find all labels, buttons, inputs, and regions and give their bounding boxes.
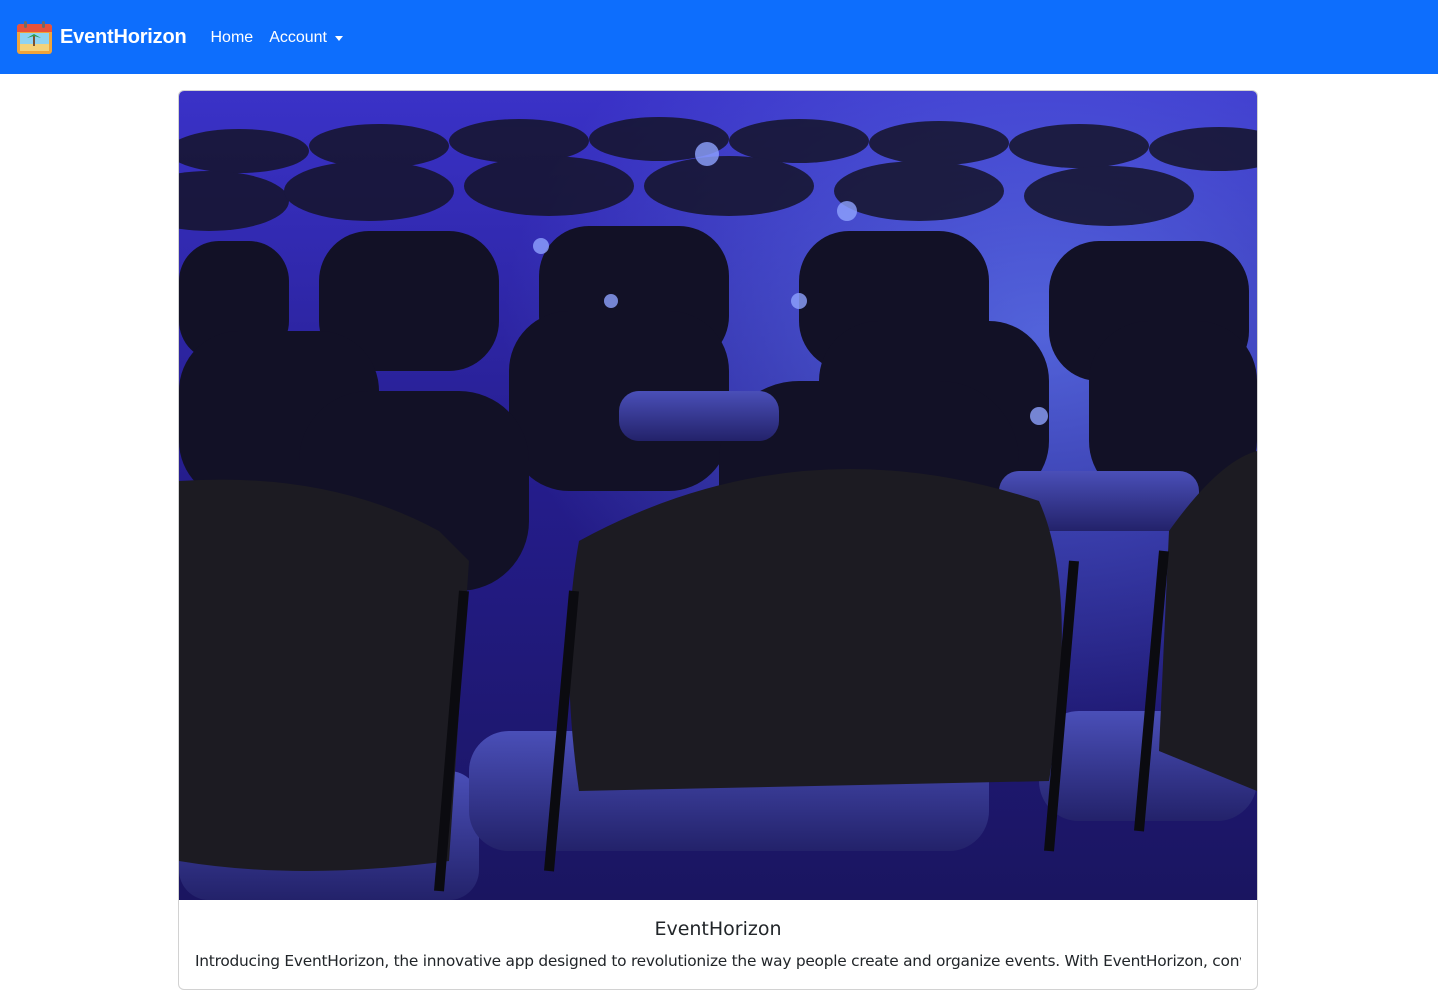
nav-account-label: Account xyxy=(269,29,327,46)
nav-home-label: Home xyxy=(210,29,254,46)
caret-down-icon xyxy=(335,35,343,41)
top-navbar: EventHorizon Home Account xyxy=(0,0,1438,74)
brand-name: EventHorizon xyxy=(60,25,187,48)
event-card: EventHorizon Introducing EventHorizon, t… xyxy=(178,90,1258,990)
card-body: EventHorizon Introducing EventHorizon, t… xyxy=(179,900,1257,972)
nav-home-link[interactable]: Home xyxy=(203,21,262,55)
calendar-beach-logo-icon xyxy=(17,20,52,54)
card-title: EventHorizon xyxy=(654,918,782,940)
nav-account-dropdown[interactable]: Account xyxy=(261,21,351,55)
nav-links: Home Account xyxy=(203,21,352,55)
card-description: Introducing EventHorizon, the innovative… xyxy=(195,952,1241,970)
conference-chairs-photo xyxy=(179,91,1257,900)
brand-link[interactable]: EventHorizon xyxy=(17,20,187,54)
